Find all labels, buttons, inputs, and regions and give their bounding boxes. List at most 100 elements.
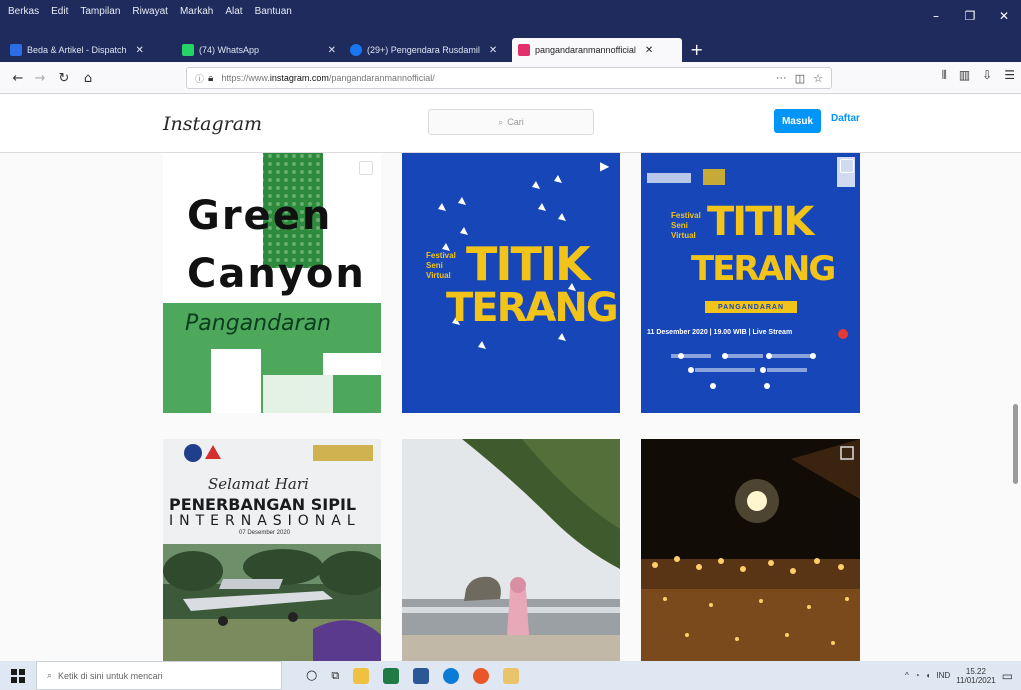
festival-label: Festival Seni Virtual xyxy=(426,251,456,280)
facebook-favicon-icon xyxy=(350,44,362,56)
venue-badge: PANGANDARAN xyxy=(705,301,797,313)
video-icon: ▶ xyxy=(600,159,610,173)
post-title-line-2: Canyon xyxy=(187,251,366,297)
search-input[interactable]: ⌕ Cari xyxy=(428,109,594,135)
multi-photo-icon xyxy=(840,159,854,173)
festival-label: Festival Seni Virtual xyxy=(671,211,701,240)
page-info-icon[interactable]: ⓘ xyxy=(195,72,204,85)
bookmark-star-icon[interactable]: ☆ xyxy=(813,72,823,85)
url-prefix: https://www. xyxy=(221,73,270,83)
page-actions-icon[interactable]: ··· xyxy=(776,72,787,85)
close-tab-icon[interactable]: ✕ xyxy=(136,45,144,56)
menu-help[interactable]: Bantuan xyxy=(255,6,292,22)
whatsapp-favicon-icon xyxy=(182,44,194,56)
tray-chevron-icon[interactable]: ^ xyxy=(905,671,909,680)
browser-titlebar: Berkas Edit Tampilan Riwayat Markah Alat… xyxy=(0,0,1021,64)
library-icon[interactable]: ⫴ xyxy=(942,68,947,83)
close-tab-icon[interactable]: ✕ xyxy=(328,45,336,56)
window-controls: – ❐ ✕ xyxy=(919,0,1021,32)
url-path: /pangandaranmannofficial/ xyxy=(328,73,435,83)
search-icon: ⌕ xyxy=(47,670,53,680)
tab-dispatch[interactable]: Beda & Artikel - Dispatch ✕ xyxy=(4,38,174,62)
post-date: 07 Desember 2020 xyxy=(239,530,291,536)
word-icon[interactable] xyxy=(413,667,430,684)
firefox-icon[interactable] xyxy=(473,667,490,684)
system-tray: ^ ◔ ◖ IND 15.22 11/01/2021 ▭ xyxy=(905,667,1021,685)
post-title-line-2: PENERBANGAN SIPIL xyxy=(169,495,357,514)
sidebar-icon[interactable]: ▥ xyxy=(959,68,970,83)
post-title-line-2: TERANG xyxy=(446,285,619,331)
tab-title: (74) WhatsApp xyxy=(198,45,259,55)
search-icon: ⌕ xyxy=(498,116,504,127)
home-icon[interactable]: ⌂ xyxy=(78,68,98,88)
edge-icon[interactable] xyxy=(443,667,460,684)
excel-icon[interactable] xyxy=(383,667,400,684)
reload-icon[interactable]: ↻ xyxy=(54,68,74,88)
taskbar-search-placeholder: Ketik di sini untuk mencari xyxy=(58,670,163,681)
page-scrollbar[interactable] xyxy=(1013,404,1018,484)
menu-bookmarks[interactable]: Markah xyxy=(180,6,213,22)
post-titik-terang-1[interactable]: Festival Seni Virtual TITIK TERANG ▶ xyxy=(402,153,620,413)
menu-history[interactable]: Riwayat xyxy=(132,6,168,22)
menu-edit[interactable]: Edit xyxy=(51,6,68,22)
instagram-logo[interactable]: Instagram xyxy=(163,113,262,135)
cortana-icon[interactable]: ○ xyxy=(306,668,317,683)
post-titik-terang-2[interactable]: Festival Seni Virtual TITIK TERANG PANGA… xyxy=(641,153,860,413)
menu-file[interactable]: Berkas xyxy=(8,6,39,22)
post-night-lights[interactable] xyxy=(641,439,860,661)
tab-strip: Beda & Artikel - Dispatch ✕ (74) WhatsAp… xyxy=(4,36,709,62)
file-manager-icon[interactable] xyxy=(503,667,520,684)
post-title-line-3: INTERNASIONAL xyxy=(169,513,361,529)
maximize-button[interactable]: ❐ xyxy=(953,0,987,32)
clock-date: 11/01/2021 xyxy=(956,675,996,685)
notification-icon[interactable]: ▭ xyxy=(1002,669,1013,683)
windows-start-icon[interactable] xyxy=(0,661,36,690)
lock-icon: 🔒︎ xyxy=(208,72,214,84)
close-tab-icon[interactable]: ✕ xyxy=(645,45,653,56)
menu-tools[interactable]: Alat xyxy=(225,6,242,22)
menu-hamburger-icon[interactable]: ☰ xyxy=(1004,68,1015,83)
extension-icon[interactable]: ⇩ xyxy=(982,68,992,83)
instagram-header: Instagram ⌕ Cari Masuk Daftar xyxy=(0,95,1021,153)
tab-title: pangandaranmannofficial xyxy=(535,45,636,55)
close-tab-icon[interactable]: ✕ xyxy=(489,45,497,56)
file-explorer-icon[interactable] xyxy=(353,667,370,684)
volume-icon[interactable]: ◖ xyxy=(926,671,931,680)
tab-title: Beda & Artikel - Dispatch xyxy=(27,45,127,55)
back-arrow-icon[interactable]: ← xyxy=(8,68,28,88)
night-lights-image xyxy=(641,439,860,661)
post-penerbangan-sipil[interactable]: Selamat Hari PENERBANGAN SIPIL INTERNASI… xyxy=(163,439,381,661)
multi-photo-icon xyxy=(359,161,373,175)
menu-view[interactable]: Tampilan xyxy=(80,6,120,22)
post-green-canyon[interactable]: Green Canyon Pangandaran xyxy=(163,153,381,413)
tab-facebook[interactable]: (29+) Pengendara Rusdamil ✕ xyxy=(344,38,510,62)
minimize-button[interactable]: – xyxy=(919,0,953,32)
login-button[interactable]: Masuk xyxy=(774,109,821,133)
language-indicator[interactable]: IND xyxy=(936,671,950,680)
clock[interactable]: 15.22 11/01/2021 xyxy=(956,667,995,685)
new-tab-icon[interactable]: + xyxy=(684,38,709,62)
windows-taskbar: ⌕ Ketik di sini untuk mencari ○ ⧉ ^ ◔ ◖ … xyxy=(0,661,1021,690)
tab-whatsapp[interactable]: (74) WhatsApp ✕ xyxy=(176,38,342,62)
search-placeholder: Cari xyxy=(507,117,524,127)
pocket-icon[interactable]: ◫ xyxy=(795,72,805,85)
clock-time: 15.22 xyxy=(965,666,986,676)
close-window-button[interactable]: ✕ xyxy=(987,0,1021,32)
beach-photo-image xyxy=(402,439,620,661)
toolbar-icons: ⫴ ▥ ⇩ ☰ xyxy=(942,68,1015,83)
tab-instagram[interactable]: pangandaranmannofficial ✕ xyxy=(512,38,682,62)
navigation-bar: ← → ↻ ⌂ ⓘ 🔒︎ https://www. instagram.com … xyxy=(0,62,1021,94)
task-view-icon[interactable]: ⧉ xyxy=(331,669,339,683)
post-title-line-1: TITIK xyxy=(466,237,591,291)
taskbar-search-input[interactable]: ⌕ Ketik di sini untuk mencari xyxy=(36,661,282,690)
post-beach-photo[interactable] xyxy=(402,439,620,661)
instagram-favicon-icon xyxy=(518,44,530,56)
url-bar[interactable]: ⓘ 🔒︎ https://www. instagram.com /pangand… xyxy=(186,67,832,89)
post-title-line-1: Green xyxy=(187,193,333,239)
signup-link[interactable]: Daftar xyxy=(831,113,860,124)
network-icon[interactable]: ◔ xyxy=(915,671,920,680)
post-subtitle: Pangandaran xyxy=(185,311,331,336)
post-title-line-1: Selamat Hari xyxy=(208,475,309,493)
tab-title: (29+) Pengendara Rusdamil xyxy=(367,45,480,55)
forward-arrow-icon[interactable]: → xyxy=(30,68,50,88)
